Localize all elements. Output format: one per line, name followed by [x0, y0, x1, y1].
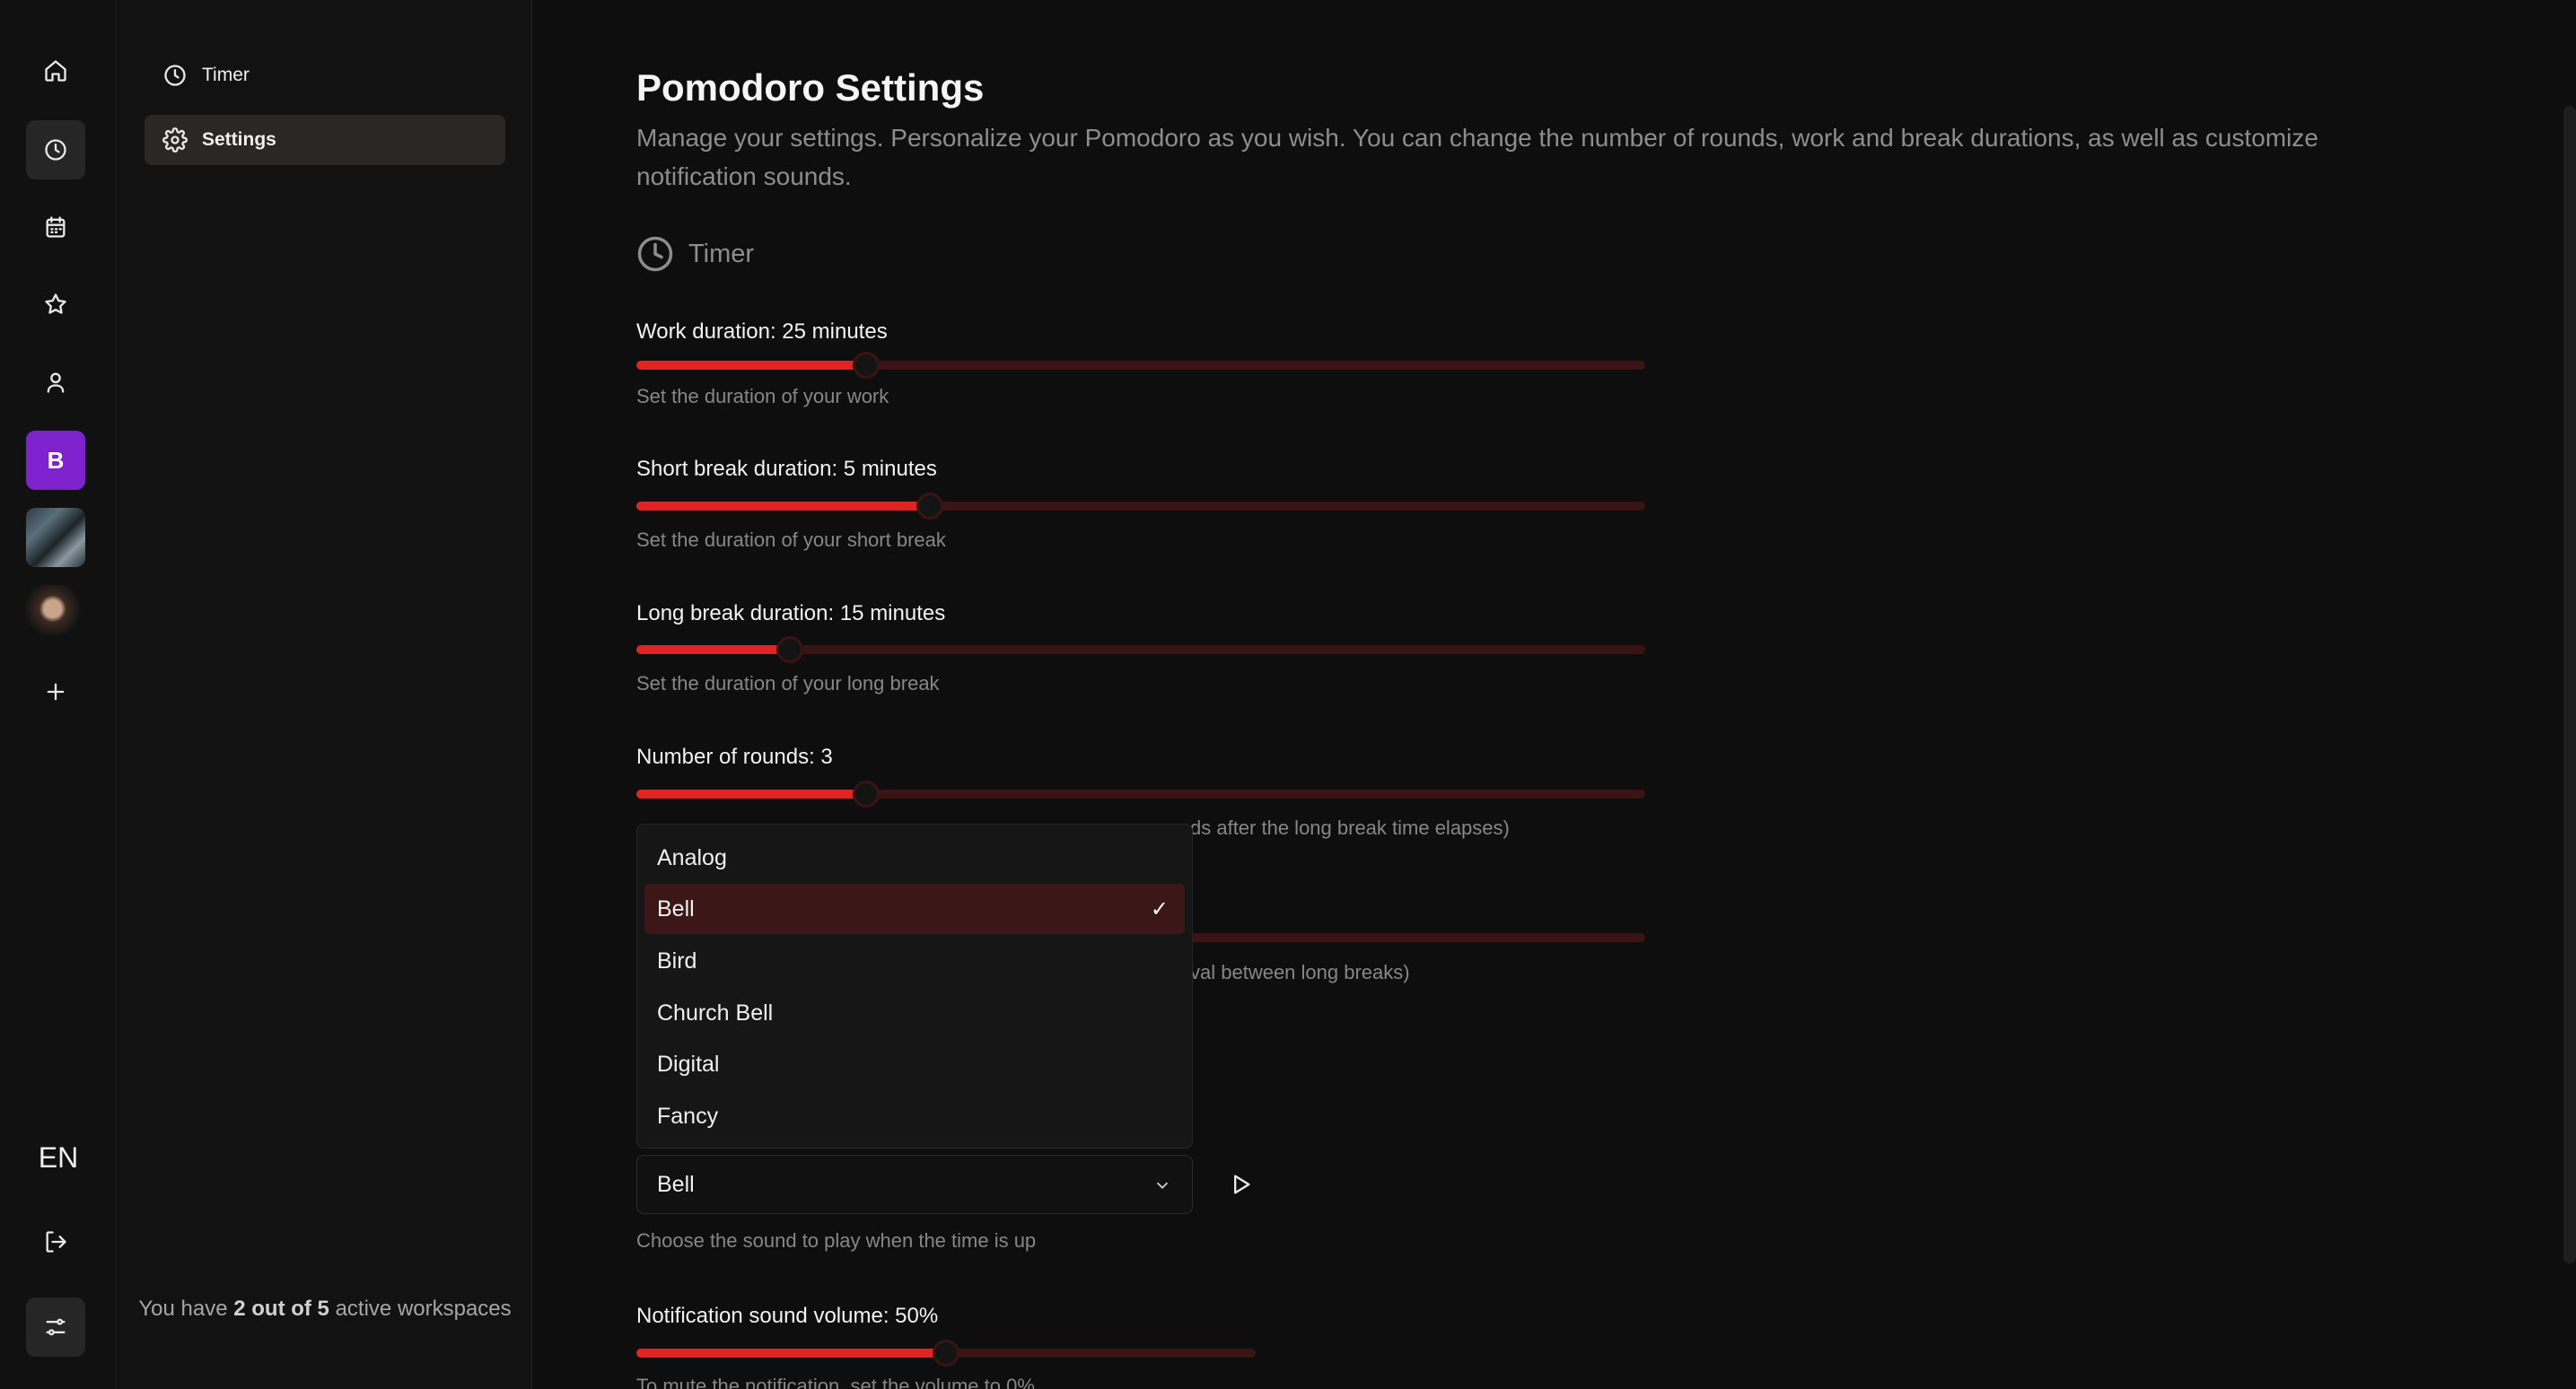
work-duration-hint: Set the duration of your work — [636, 385, 889, 407]
slider-thumb[interactable] — [933, 1340, 959, 1367]
sliders-icon — [46, 1318, 66, 1336]
sound-option-selected[interactable]: Bell ✓ — [644, 884, 1185, 934]
slider-thumb[interactable] — [853, 352, 881, 379]
slider-fill — [636, 645, 790, 654]
workspace-count-note: You have 2 out of 5 active workspaces — [138, 1297, 512, 1321]
sound-select[interactable]: Bell — [636, 1155, 1193, 1214]
logout-button[interactable] — [26, 1212, 85, 1271]
home-icon — [45, 60, 66, 82]
slider-fill — [636, 361, 867, 370]
sound-select-value: Bell — [657, 1171, 695, 1197]
clock-icon — [164, 65, 186, 86]
work-duration-slider[interactable] — [636, 352, 1645, 379]
slider-thumb[interactable] — [775, 636, 803, 663]
volume-slider[interactable] — [636, 1340, 1256, 1367]
user-icon — [47, 372, 65, 393]
sidebar-item-label: Settings — [202, 129, 276, 150]
language-switcher[interactable]: EN — [0, 1141, 117, 1175]
long-break-label: Long break duration: 15 minutes — [636, 601, 946, 625]
clock-icon — [45, 139, 66, 161]
sound-option[interactable]: Digital — [644, 1039, 1185, 1089]
sound-option[interactable]: Analog — [644, 833, 1185, 883]
slider-fill — [636, 1349, 946, 1358]
home-button[interactable] — [26, 41, 85, 100]
sound-option[interactable]: Bird — [644, 936, 1185, 986]
plus-icon — [47, 683, 65, 701]
workspace-thumbnail[interactable] — [26, 508, 85, 567]
page-description: Manage your settings. Personalize your P… — [636, 124, 2318, 190]
calendar-button[interactable] — [26, 197, 85, 257]
chevron-down-icon — [1156, 1182, 1169, 1190]
rounds-slider[interactable] — [636, 781, 1645, 808]
slider-fill — [636, 502, 931, 511]
preferences-button[interactable] — [26, 1297, 85, 1357]
sidebar-item-settings[interactable]: Settings — [145, 115, 505, 165]
pomodoro-button[interactable] — [26, 120, 85, 179]
star-icon — [45, 293, 66, 314]
workspace-b-button[interactable]: B — [26, 431, 85, 490]
check-icon: ✓ — [1150, 897, 1169, 922]
volume-label: Notification sound volume: 50% — [636, 1304, 939, 1328]
volume-hint: To mute the notification, set the volume… — [636, 1375, 1035, 1389]
slider-thumb[interactable] — [853, 781, 881, 808]
sidebar-item-label: Timer — [202, 65, 250, 85]
section-title: Timer — [688, 239, 755, 268]
gear-icon — [162, 127, 188, 153]
short-break-slider[interactable] — [636, 493, 1645, 520]
sound-dropdown-menu: Analog Bell ✓ Bird Church Bell Digital F… — [636, 824, 1193, 1149]
settings-sidebar: Timer Settings — [118, 0, 532, 1389]
sidebar-item-timer[interactable]: Timer — [145, 50, 505, 100]
settings-main: Pomodoro Settings Manage your settings. … — [533, 0, 2576, 1389]
sound-option[interactable]: Fancy — [644, 1091, 1185, 1141]
slider-thumb[interactable] — [916, 493, 944, 520]
rounds-hint: ds after the long break time elapses) — [1190, 817, 1510, 839]
short-break-label: Short break duration: 5 minutes — [636, 457, 937, 481]
timer-section-heading: Timer — [636, 235, 754, 273]
long-break-slider[interactable] — [636, 636, 1645, 663]
rounds-label: Number of rounds: 3 — [636, 745, 833, 769]
favorites-button[interactable] — [26, 275, 85, 334]
profile-button[interactable] — [26, 353, 85, 412]
logout-icon — [46, 1231, 66, 1253]
page-title: Pomodoro Settings — [636, 66, 985, 109]
calendar-icon — [46, 216, 66, 238]
sound-hint: Choose the sound to play when the time i… — [636, 1229, 1037, 1252]
play-icon — [1234, 1175, 1250, 1194]
workspace-avatar[interactable] — [26, 585, 85, 644]
scrollbar[interactable] — [2563, 106, 2576, 1263]
slider-fill — [636, 790, 867, 799]
clock-icon — [637, 236, 673, 272]
icon-rail: B EN — [0, 0, 117, 1389]
long-break-interval-hint: val between long breaks) — [1190, 961, 1410, 983]
play-sound-button[interactable] — [1211, 1155, 1270, 1214]
short-break-hint: Set the duration of your short break — [636, 529, 946, 551]
add-workspace-button[interactable] — [26, 662, 85, 721]
sound-option[interactable]: Church Bell — [644, 988, 1185, 1038]
work-duration-label: Work duration: 25 minutes — [636, 319, 888, 344]
long-break-hint: Set the duration of your long break — [636, 672, 940, 694]
